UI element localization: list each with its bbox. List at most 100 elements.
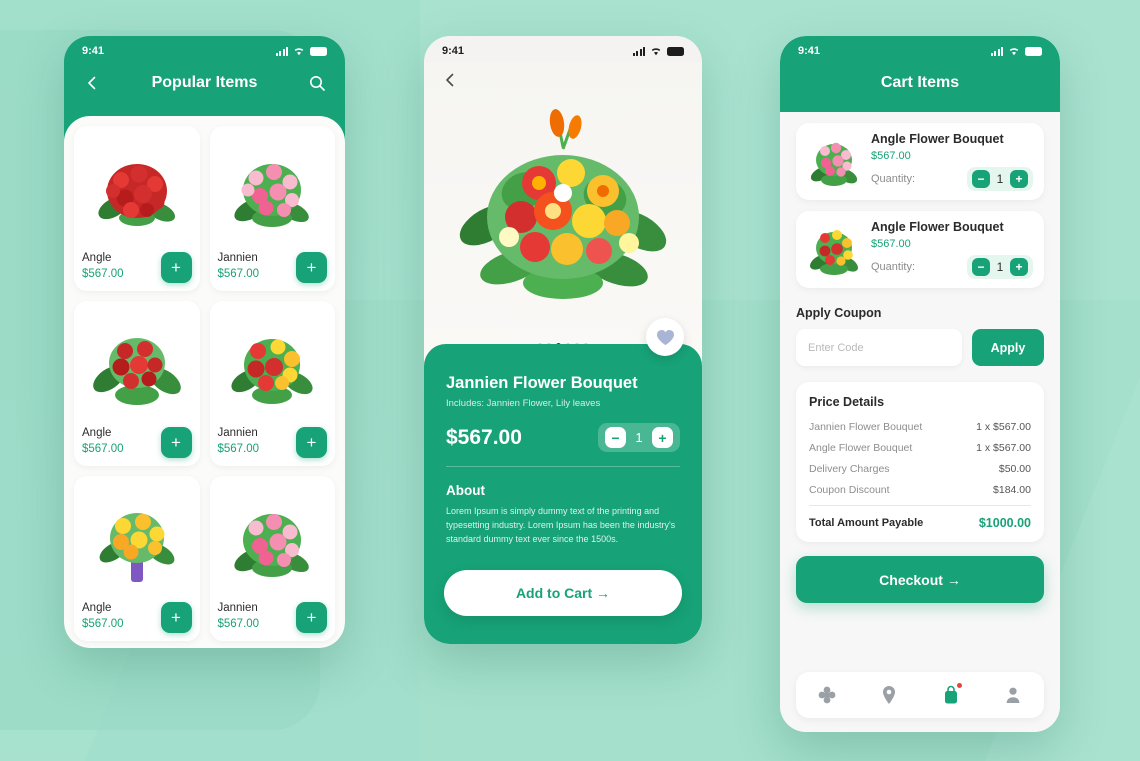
add-to-cart-button[interactable]: +: [160, 427, 192, 458]
pink-roses-bouquet-2-image: [218, 484, 328, 600]
price-row-label: Angle Flower Bouquet: [809, 442, 913, 454]
phone-product-detail: 9:41 Jannien Flower Bouquet Includes: Ja…: [424, 36, 702, 644]
signal-icon: [990, 46, 1003, 56]
total-label: Total Amount Payable: [809, 517, 924, 529]
mixed-flower-bouquet-image: [459, 109, 667, 299]
flower-icon[interactable]: [814, 682, 840, 708]
red-roses-bouquet-image: [82, 134, 192, 250]
price-row: Angle Flower Bouquet 1 x $567.00: [809, 442, 1031, 454]
quantity-stepper[interactable]: − 1 +: [598, 423, 680, 452]
price-row-value: 1 x $567.00: [976, 442, 1031, 454]
product-footer: Angle $567.00 +: [82, 425, 192, 458]
price-details-card: Price Details Jannien Flower Bouquet 1 x…: [796, 382, 1044, 542]
product-card[interactable]: Jannien $567.00 +: [209, 301, 335, 466]
quantity-decrease-button[interactable]: −: [972, 170, 990, 188]
add-to-cart-button[interactable]: +: [296, 252, 327, 283]
price-row-label: Delivery Charges: [809, 463, 890, 475]
quantity-stepper[interactable]: − 1 +: [967, 255, 1033, 279]
bottom-tab-bar: [796, 672, 1044, 718]
product-card[interactable]: Jannien $567.00 +: [209, 476, 335, 641]
pink-roses-bouquet-image: [807, 134, 861, 190]
add-to-cart-button[interactable]: Add to Cart →: [444, 570, 682, 616]
product-price: $567.00: [82, 618, 124, 631]
person-icon[interactable]: [1000, 682, 1026, 708]
apply-coupon-button[interactable]: Apply: [972, 329, 1044, 366]
cart-item-quantity-row: Quantity: − 1 +: [871, 255, 1033, 279]
add-to-cart-button[interactable]: +: [160, 602, 192, 633]
location-pin-icon[interactable]: [876, 682, 902, 708]
battery-icon: [310, 46, 327, 56]
coupon-row: Apply: [796, 329, 1044, 366]
status-icons: [990, 46, 1042, 56]
product-price: $567.00: [217, 268, 260, 281]
product-price: $567.00: [82, 443, 124, 456]
product-price: $567.00: [446, 425, 522, 449]
status-time: 9:41: [442, 45, 465, 57]
quantity-stepper[interactable]: − 1 +: [967, 167, 1033, 191]
cart-item[interactable]: Angle Flower Bouquet $567.00 Quantity: −…: [796, 123, 1044, 200]
price-details-heading: Price Details: [809, 395, 885, 409]
cart-navbar: Cart Items: [780, 62, 1060, 104]
divider: [809, 505, 1031, 506]
price-row-label: Jannien Flower Bouquet: [809, 421, 923, 433]
yellow-purple-bouquet-image: [82, 484, 192, 600]
product-card[interactable]: Jannien $567.00 +: [209, 126, 335, 291]
shopping-bag-icon[interactable]: [938, 682, 964, 708]
product-grid: Angle $567.00 + Jannien $567.00 + Angle …: [64, 116, 345, 648]
product-name: Angle: [82, 426, 112, 439]
quantity-increase-button[interactable]: +: [1010, 170, 1028, 188]
product-footer: Jannien $567.00 +: [218, 425, 327, 458]
quantity-increase-button[interactable]: +: [652, 427, 673, 448]
status-icons: [632, 46, 684, 56]
battery-icon: [667, 46, 684, 56]
quantity-value: 1: [996, 260, 1004, 274]
price-row: Jannien Flower Bouquet 1 x $567.00: [809, 421, 1031, 433]
cart-item-name: Angle Flower Bouquet: [871, 220, 1004, 234]
quantity-decrease-button[interactable]: −: [972, 258, 990, 276]
favorite-button[interactable]: [646, 318, 684, 356]
coupon-code-input[interactable]: [796, 329, 962, 366]
add-to-cart-button[interactable]: +: [296, 427, 327, 458]
page-title: Popular Items: [151, 74, 258, 91]
quantity-decrease-button[interactable]: −: [605, 427, 626, 448]
add-to-cart-button[interactable]: +: [160, 252, 192, 283]
product-card[interactable]: Angle $567.00 +: [74, 301, 200, 466]
cart-item-name: Angle Flower Bouquet: [871, 132, 1004, 146]
product-includes: Includes: Jannien Flower, Lily leaves: [446, 398, 601, 409]
search-icon[interactable]: [305, 71, 329, 95]
add-to-cart-button[interactable]: +: [296, 602, 327, 633]
popular-navbar: Popular Items: [64, 62, 345, 104]
product-detail-panel: Jannien Flower Bouquet Includes: Jannien…: [424, 344, 702, 644]
cart-content: Angle Flower Bouquet $567.00 Quantity: −…: [780, 112, 1060, 732]
status-bar: 9:41: [780, 36, 1060, 62]
product-name: Angle: [82, 601, 112, 614]
cart-item[interactable]: Angle Flower Bouquet $567.00 Quantity: −…: [796, 211, 1044, 288]
quantity-label: Quantity:: [871, 173, 916, 185]
chevron-left-icon[interactable]: [80, 71, 104, 95]
price-row: Coupon Discount $184.00: [809, 484, 1031, 496]
quantity-value: 1: [996, 172, 1004, 186]
status-bar: 9:41: [424, 36, 702, 62]
product-name: Jannien: [217, 251, 258, 264]
heart-icon: [656, 329, 674, 345]
product-footer: Jannien $567.00 +: [217, 250, 327, 283]
price-row-value: $184.00: [993, 484, 1031, 496]
red-roses-green-bouquet-image: [82, 309, 192, 425]
chevron-left-icon[interactable]: [438, 68, 462, 92]
product-footer: Angle $567.00 +: [82, 250, 192, 283]
about-heading: About: [446, 483, 485, 498]
product-card[interactable]: Angle $567.00 +: [74, 126, 200, 291]
status-icons: [275, 46, 327, 56]
checkout-button[interactable]: Checkout →: [796, 556, 1044, 603]
battery-icon: [1025, 46, 1042, 56]
pink-roses-bouquet-image: [218, 134, 328, 250]
quantity-increase-button[interactable]: +: [1010, 258, 1028, 276]
total-row: Total Amount Payable $1000.00: [809, 516, 1031, 530]
product-card[interactable]: Angle $567.00 +: [74, 476, 200, 641]
about-text: Lorem Ipsum is simply dummy text of the …: [446, 506, 676, 544]
product-hero: [424, 62, 702, 362]
product-price: $567.00: [217, 618, 260, 631]
status-bar: 9:41: [64, 36, 345, 62]
price-row-value: $50.00: [998, 463, 1031, 475]
signal-icon: [275, 46, 288, 56]
